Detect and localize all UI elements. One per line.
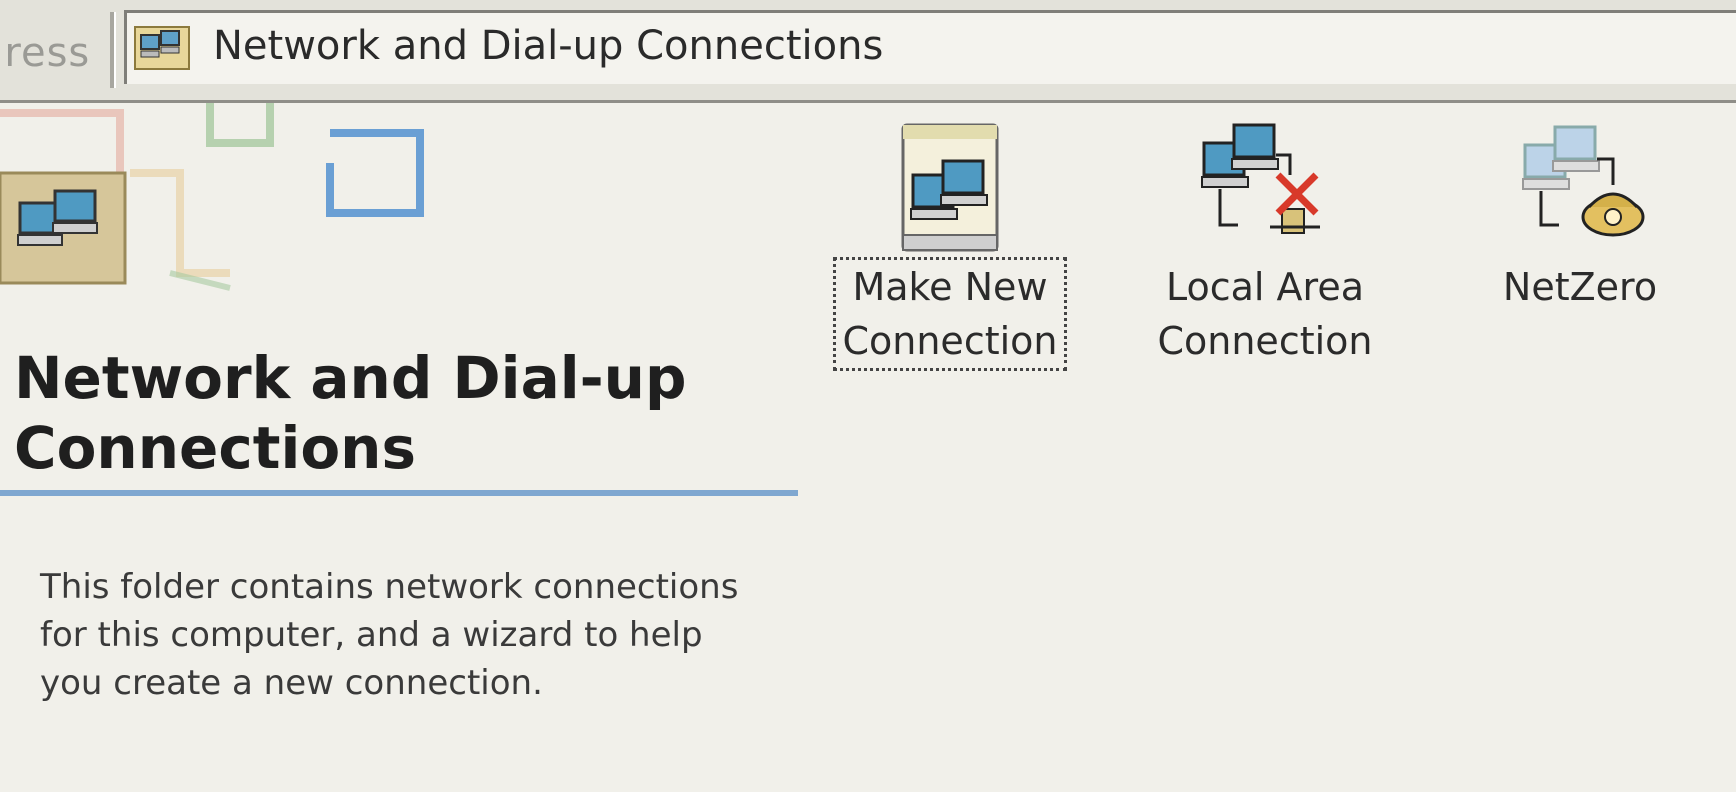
address-field[interactable]: Network and Dial-up Connections: [124, 10, 1736, 84]
address-bar: dress Network and Dial-up Connections: [0, 0, 1736, 103]
address-path: Network and Dial-up Connections: [213, 23, 884, 69]
netzero-connection-item[interactable]: NetZero: [1460, 115, 1700, 314]
local-area-connection-item[interactable]: Local Area Connection: [1125, 115, 1405, 368]
netzero-connection-label: NetZero: [1502, 265, 1658, 309]
local-area-connection-disconnected-icon: [1201, 123, 1320, 234]
address-bar-separator: [110, 12, 116, 88]
make-new-connection-icon: [901, 123, 999, 252]
make-new-connection-label: Make New Connection: [820, 257, 1080, 371]
folder-description: This folder contains network connections…: [40, 567, 739, 703]
address-label: dress: [0, 30, 91, 76]
title-divider: [0, 490, 798, 496]
web-view-panel: Network and Dial-up Connections This fol…: [0, 103, 800, 792]
page-title: Network and Dial-up Connections: [14, 344, 687, 482]
network-banner-graphic: [0, 103, 800, 323]
dial-up-connection-icon: [1522, 125, 1645, 237]
make-new-connection-item[interactable]: Make New Connection: [820, 115, 1080, 371]
local-area-connection-label: Local Area Connection: [1157, 265, 1373, 363]
explorer-window: dress Network and Dial-up Connections: [0, 0, 1736, 792]
network-folder-icon: [134, 26, 190, 70]
